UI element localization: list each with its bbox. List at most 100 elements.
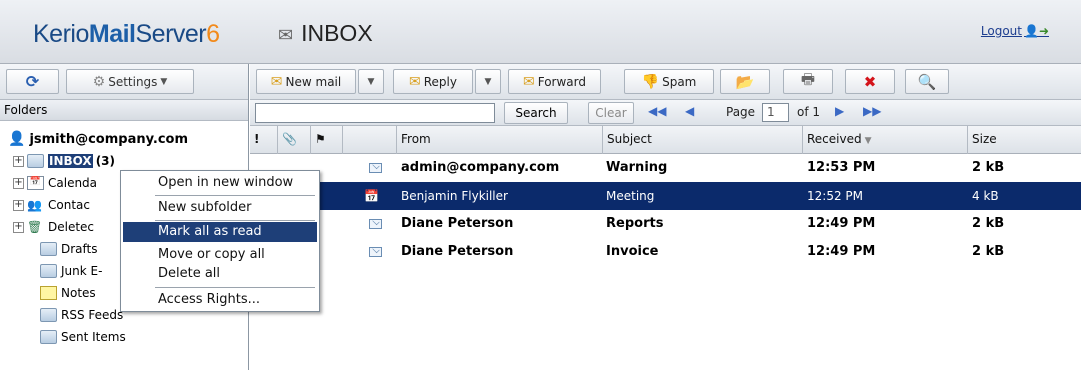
folder-inbox[interactable]: + INBOX (3): [13, 150, 115, 172]
folder-icon: [40, 330, 57, 344]
chevron-down-icon: ▼: [484, 76, 492, 87]
search-bar: Search Clear ◀◀ ◀ Page 1 of 1 ▶ ▶▶: [250, 100, 1081, 126]
envelope-icon: [369, 247, 382, 257]
menu-access-rights[interactable]: Access Rights...: [123, 290, 317, 310]
refresh-button[interactable]: ⟳: [6, 69, 59, 94]
folder-deleted[interactable]: + 🗑 Deletec: [13, 216, 94, 238]
first-page-icon[interactable]: ◀◀: [648, 104, 666, 118]
search-input[interactable]: [255, 103, 495, 123]
menu-divider: [155, 287, 315, 288]
close-icon: ✖: [863, 72, 877, 91]
page-count: of 1: [797, 105, 821, 119]
next-page-icon[interactable]: ▶: [835, 104, 844, 118]
calendar-icon: 📅: [27, 176, 44, 190]
account-node[interactable]: 👤 jsmith@company.com: [8, 128, 188, 150]
mail-toolbar: ✉ New mail ▼ ✉ Reply ▼ ✉ Forward 👎 Spam …: [250, 64, 1081, 100]
clear-button[interactable]: Clear: [588, 102, 634, 124]
note-icon: [40, 286, 57, 300]
last-page-icon[interactable]: ▶▶: [863, 104, 881, 118]
flag-column[interactable]: ⚑: [311, 126, 343, 154]
delete-button[interactable]: ✖: [845, 69, 895, 94]
settings-button[interactable]: ⚙ Settings ▼: [66, 69, 194, 94]
envelope-icon: ✉: [278, 25, 294, 45]
folder-notes[interactable]: Notes: [40, 282, 96, 304]
page-label: Page: [726, 105, 756, 119]
folder-context-menu: Open in new window New subfolder Mark al…: [120, 170, 320, 312]
folder-icon: [40, 242, 57, 256]
folder-contacts[interactable]: + 👥 Contac: [13, 194, 90, 216]
folder-icon: [40, 264, 57, 278]
subject-column[interactable]: Subject: [603, 126, 803, 154]
sort-desc-icon: ▼: [864, 136, 872, 146]
chevron-down-icon: ▼: [367, 76, 375, 87]
reply-icon: ✉: [409, 73, 421, 90]
folder-icon: [27, 154, 44, 168]
search-button[interactable]: Search: [504, 102, 568, 124]
message-row[interactable]: Diane Peterson Reports 12:49 PM 2 kB: [250, 210, 1081, 238]
app-logo: KerioMailServer6: [33, 20, 220, 48]
user-icon: 👤: [8, 131, 26, 147]
folder-calendar[interactable]: + 📅 Calenda: [13, 172, 97, 194]
attachment-column[interactable]: 📎: [278, 126, 311, 154]
envelope-icon: [369, 163, 382, 173]
menu-divider: [155, 195, 315, 196]
find-button[interactable]: 🔍: [905, 69, 949, 94]
reply-dropdown[interactable]: ▼: [475, 69, 501, 94]
expand-icon[interactable]: +: [13, 177, 24, 189]
menu-delete-all[interactable]: Delete all: [123, 264, 317, 284]
search-icon: 🔍: [917, 72, 937, 91]
flag-icon: ⚑: [315, 132, 326, 146]
forward-button[interactable]: ✉ Forward: [508, 69, 601, 94]
status-column[interactable]: [343, 126, 397, 154]
spam-icon: 👎: [641, 73, 660, 90]
prev-page-icon[interactable]: ◀: [685, 104, 694, 118]
expand-icon[interactable]: +: [13, 199, 24, 211]
folder-drafts[interactable]: Drafts: [40, 238, 98, 260]
logout-link[interactable]: Logout 👤➜: [981, 24, 1049, 38]
menu-mark-all-read[interactable]: Mark all as read: [123, 222, 317, 242]
folder-move-icon: 📂: [735, 72, 755, 91]
new-mail-dropdown[interactable]: ▼: [358, 69, 384, 94]
folder-sent[interactable]: Sent Items: [40, 326, 126, 348]
spam-button[interactable]: 👎 Spam: [624, 69, 714, 94]
menu-move-copy-all[interactable]: Move or copy all: [123, 245, 317, 265]
printer-icon: 🖶: [800, 70, 816, 88]
expand-icon[interactable]: +: [13, 221, 24, 233]
folder-rss[interactable]: RSS Feeds: [40, 304, 123, 326]
trash-icon: 🗑: [27, 220, 43, 234]
menu-divider: [155, 220, 315, 221]
envelope-icon: [369, 219, 382, 229]
reply-button[interactable]: ✉ Reply: [393, 69, 473, 94]
message-panel: ✉ New mail ▼ ✉ Reply ▼ ✉ Forward 👎 Spam …: [250, 64, 1081, 370]
expand-icon[interactable]: +: [13, 155, 24, 167]
envelope-icon: ✉: [270, 73, 283, 90]
received-column[interactable]: Received ▼: [803, 126, 968, 154]
contacts-icon: 👥: [27, 198, 42, 212]
forward-icon: ✉: [523, 73, 535, 90]
new-mail-button[interactable]: ✉ New mail: [256, 69, 356, 94]
menu-open-new-window[interactable]: Open in new window: [123, 173, 317, 193]
message-list-header: ! 📎 ⚑ From Subject Received ▼ Size: [250, 126, 1081, 154]
message-row[interactable]: 📅 Benjamin Flykiller Meeting 12:52 PM 4 …: [250, 182, 1081, 210]
message-row[interactable]: Diane Peterson Invoice 12:49 PM 2 kB: [250, 238, 1081, 266]
meeting-icon: 📅: [364, 189, 379, 203]
priority-column[interactable]: !: [250, 126, 278, 154]
page-number-input[interactable]: 1: [762, 103, 789, 122]
refresh-icon: ⟳: [25, 72, 40, 91]
chevron-down-icon: ▼: [160, 76, 168, 87]
from-column[interactable]: From: [397, 126, 603, 154]
menu-new-subfolder[interactable]: New subfolder: [123, 198, 317, 218]
folders-header: Folders: [0, 100, 248, 121]
paperclip-icon: 📎: [282, 132, 297, 146]
folder-junk[interactable]: Junk E-: [40, 260, 102, 282]
current-folder-title: ✉ INBOX: [278, 20, 373, 46]
folder-toolbar: ⟳ ⚙ Settings ▼: [0, 64, 248, 100]
gear-icon: ⚙: [92, 73, 106, 90]
folder-icon: [40, 308, 57, 322]
message-row[interactable]: admin@company.com Warning 12:53 PM 2 kB: [250, 154, 1081, 182]
print-button[interactable]: 🖶: [783, 69, 833, 94]
size-column[interactable]: Size: [968, 126, 1081, 154]
move-to-folder-button[interactable]: 📂: [720, 69, 770, 94]
logout-icon: 👤➜: [1024, 24, 1049, 38]
app-header: KerioMailServer6 ✉ INBOX Logout 👤➜: [0, 0, 1081, 64]
